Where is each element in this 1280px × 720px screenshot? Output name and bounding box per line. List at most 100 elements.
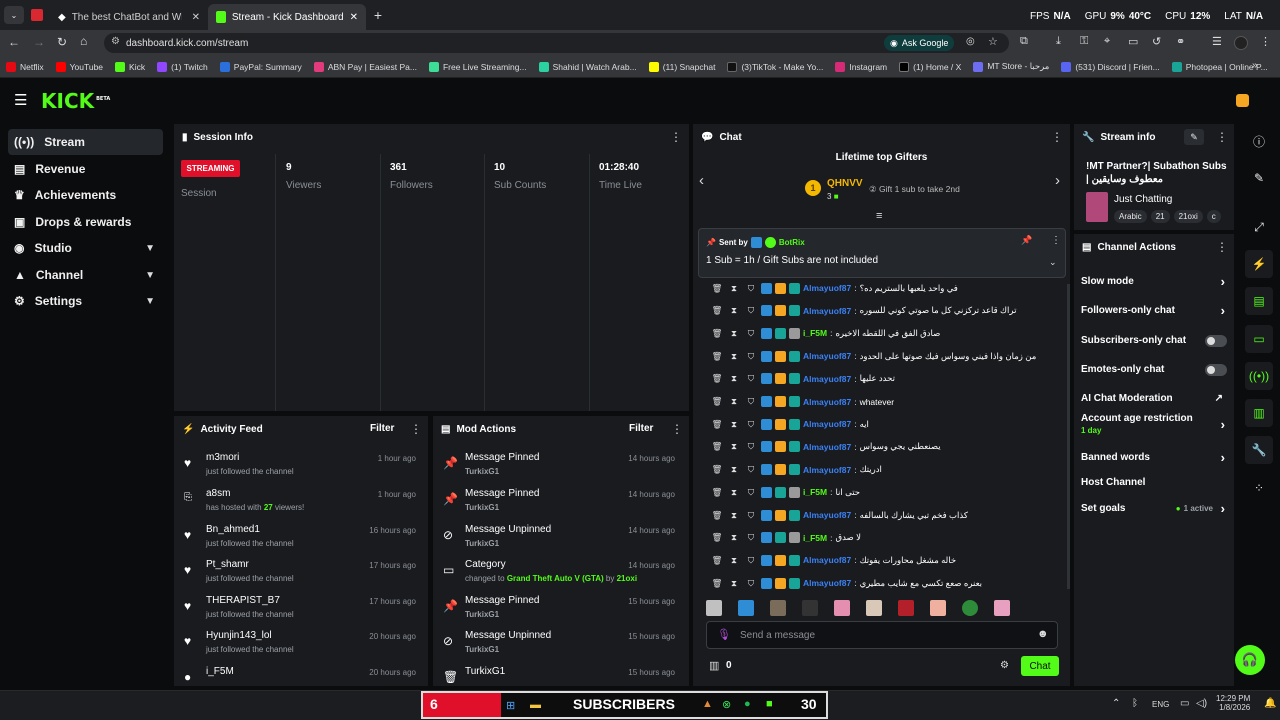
shield-icon[interactable]: ⛉ (744, 532, 758, 543)
notification-icon[interactable]: 🔔 (1264, 698, 1276, 709)
trash-icon[interactable]: 🗑 (710, 305, 724, 316)
pin-toggle-icon[interactable]: 📌 (1021, 235, 1032, 246)
network-icon[interactable]: ▭ (1180, 698, 1189, 709)
emote-icon[interactable] (738, 600, 754, 616)
emote-icon[interactable] (706, 600, 722, 616)
trash-icon[interactable]: 🗑 (710, 555, 724, 566)
account-age-row[interactable]: Account age restriction 1 day › (1081, 413, 1227, 443)
set-goals-row[interactable]: Set goals ● 1 active › (1081, 498, 1227, 518)
emote-icon[interactable] (994, 600, 1010, 616)
pinned-tab[interactable] (24, 9, 50, 21)
chat-username[interactable]: Almayuof87 (803, 374, 851, 384)
emote-icon[interactable] (802, 600, 818, 616)
feed-user[interactable]: i_F5M (206, 666, 234, 677)
chat-username[interactable]: i_F5M (803, 328, 827, 338)
feed-user[interactable]: a8sm (206, 488, 230, 499)
more-options-icon[interactable]: ⋮ (1051, 130, 1063, 144)
more-options-icon[interactable]: ⋮ (1216, 240, 1228, 254)
ask-google-button[interactable]: ◉ Ask Google (884, 35, 955, 51)
download-icon[interactable]: ⤓ (1056, 35, 1061, 48)
forward-icon[interactable]: → (33, 35, 45, 49)
slow-mode-row[interactable]: Slow mode › (1081, 271, 1227, 291)
settings-icon[interactable]: ⚙ (1000, 660, 1009, 671)
shield-icon[interactable]: ⛉ (744, 305, 758, 316)
chat-send-button[interactable]: Chat (1021, 656, 1059, 676)
back-icon[interactable]: ← (8, 35, 20, 49)
tab-kick-dashboard[interactable]: Stream - Kick Dashboard ✕ (208, 4, 366, 30)
banned-words-row[interactable]: Banned words › (1081, 447, 1227, 467)
clock[interactable]: 12:29 PM 1/8/2026 (1216, 694, 1250, 712)
kick-logo[interactable]: KICK BETA (41, 89, 110, 113)
feed-user[interactable]: m3mori (206, 452, 239, 463)
bookmark-instagram[interactable]: Instagram (835, 61, 887, 72)
timeout-icon[interactable]: ⧗ (727, 396, 741, 407)
shield-icon[interactable]: ⛉ (744, 555, 758, 566)
trash-icon[interactable]: 🗑 (710, 373, 724, 384)
mod-user[interactable]: TurkixG1 (465, 610, 499, 619)
more-options-icon[interactable]: ⋮ (410, 422, 422, 436)
emote-icon[interactable] (962, 600, 978, 616)
subscribers-only-toggle[interactable] (1205, 335, 1227, 347)
timeout-icon[interactable]: ⧗ (727, 555, 741, 566)
mod-user[interactable]: TurkixG1 (465, 467, 499, 476)
shield-icon[interactable]: ⛉ (744, 351, 758, 362)
chat-panel-icon[interactable]: ▭ (1245, 325, 1273, 353)
close-icon[interactable]: ✕ (350, 12, 358, 23)
more-options-icon[interactable]: ⋮ (1051, 235, 1061, 246)
sidebar-item-studio[interactable]: ◉ Studio ▼ (8, 235, 163, 261)
eye-off-icon[interactable]: ◎ (966, 36, 975, 47)
category-name[interactable]: Just Chatting (1114, 194, 1172, 205)
more-bookmarks-icon[interactable]: » (1252, 60, 1258, 71)
emote-icon[interactable] (930, 600, 946, 616)
card-icon[interactable]: ▭ (1128, 35, 1138, 48)
tag[interactable]: Arabic (1114, 210, 1147, 223)
collapse-icon[interactable]: ≡ (876, 210, 882, 222)
sidebar-item-channel[interactable]: ▲ Channel ▼ (8, 262, 163, 288)
key-icon[interactable]: ⚿ (1080, 35, 1088, 48)
microphone-icon[interactable]: 🎙 (717, 628, 731, 641)
chevron-up-icon[interactable]: ⌃ (1112, 698, 1120, 709)
shield-icon[interactable]: ⛉ (744, 373, 758, 384)
timeout-icon[interactable]: ⧗ (727, 487, 741, 498)
shield-icon[interactable]: ⛉ (744, 510, 758, 521)
mod-user[interactable]: TurkixG1 (465, 503, 499, 512)
emote-icon[interactable] (770, 600, 786, 616)
edit-icon[interactable]: ✎ (1184, 129, 1204, 145)
notes-icon[interactable]: ▤ (1245, 287, 1273, 315)
more-options-icon[interactable]: ⋮ (670, 130, 682, 144)
new-tab-button[interactable]: + (366, 7, 390, 23)
emote-icon[interactable] (834, 600, 850, 616)
emotes-only-toggle[interactable] (1205, 364, 1227, 376)
chat-username[interactable]: Almayuof87 (803, 510, 851, 520)
ai-moderation-row[interactable]: AI Chat Moderation ↗ (1081, 388, 1227, 408)
timeout-icon[interactable]: ⧗ (727, 532, 741, 543)
feed-user[interactable]: THERAPIST_B7 (206, 595, 280, 606)
shield-icon[interactable]: ⛉ (744, 464, 758, 475)
shield-icon[interactable]: ⛉ (744, 441, 758, 452)
tab-chatbot[interactable]: ◆ The best ChatBot and Widgets ✕ (50, 4, 208, 30)
chat-username[interactable]: Almayuof87 (803, 306, 851, 316)
chat-username[interactable]: i_F5M (803, 533, 827, 543)
feed-user[interactable]: Pt_shamr (206, 559, 249, 570)
trash-icon[interactable]: 🗑 (710, 283, 724, 294)
bookmark-tiktok[interactable]: (3)TikTok - Make Yo... (727, 61, 823, 72)
kick-app-icon[interactable]: ■ (766, 698, 773, 710)
chat-username[interactable]: Almayuof87 (803, 578, 851, 588)
bookmark-paypal[interactable]: PayPal: Summary (219, 61, 302, 72)
chat-input-box[interactable]: 🎙 Send a message ☻ (706, 621, 1058, 649)
xbox-icon[interactable]: ⊗ (722, 698, 731, 711)
bluetooth-icon[interactable]: ᛒ (1132, 698, 1138, 709)
emote-icon[interactable] (898, 600, 914, 616)
windows-start-icon[interactable]: ⊞ (506, 699, 515, 712)
bookmark-mt-store[interactable]: MT Store - مرحبا (973, 61, 1049, 72)
top-gifter-name[interactable]: QHNVV (827, 178, 863, 189)
trash-icon[interactable]: 🗑 (710, 441, 724, 452)
shield-icon[interactable]: ⛉ (744, 578, 758, 589)
shield-icon[interactable]: ⛉ (744, 396, 758, 407)
edit-icon[interactable]: ✎ (1245, 164, 1273, 192)
apps-icon[interactable]: ⁘ (1245, 474, 1273, 502)
chat-username[interactable]: Almayuof87 (803, 465, 851, 475)
bookmark-discord[interactable]: (531) Discord | Frien... (1061, 61, 1160, 72)
app-icon[interactable]: ▲ (702, 698, 713, 710)
chat-username[interactable]: Almayuof87 (803, 397, 851, 407)
